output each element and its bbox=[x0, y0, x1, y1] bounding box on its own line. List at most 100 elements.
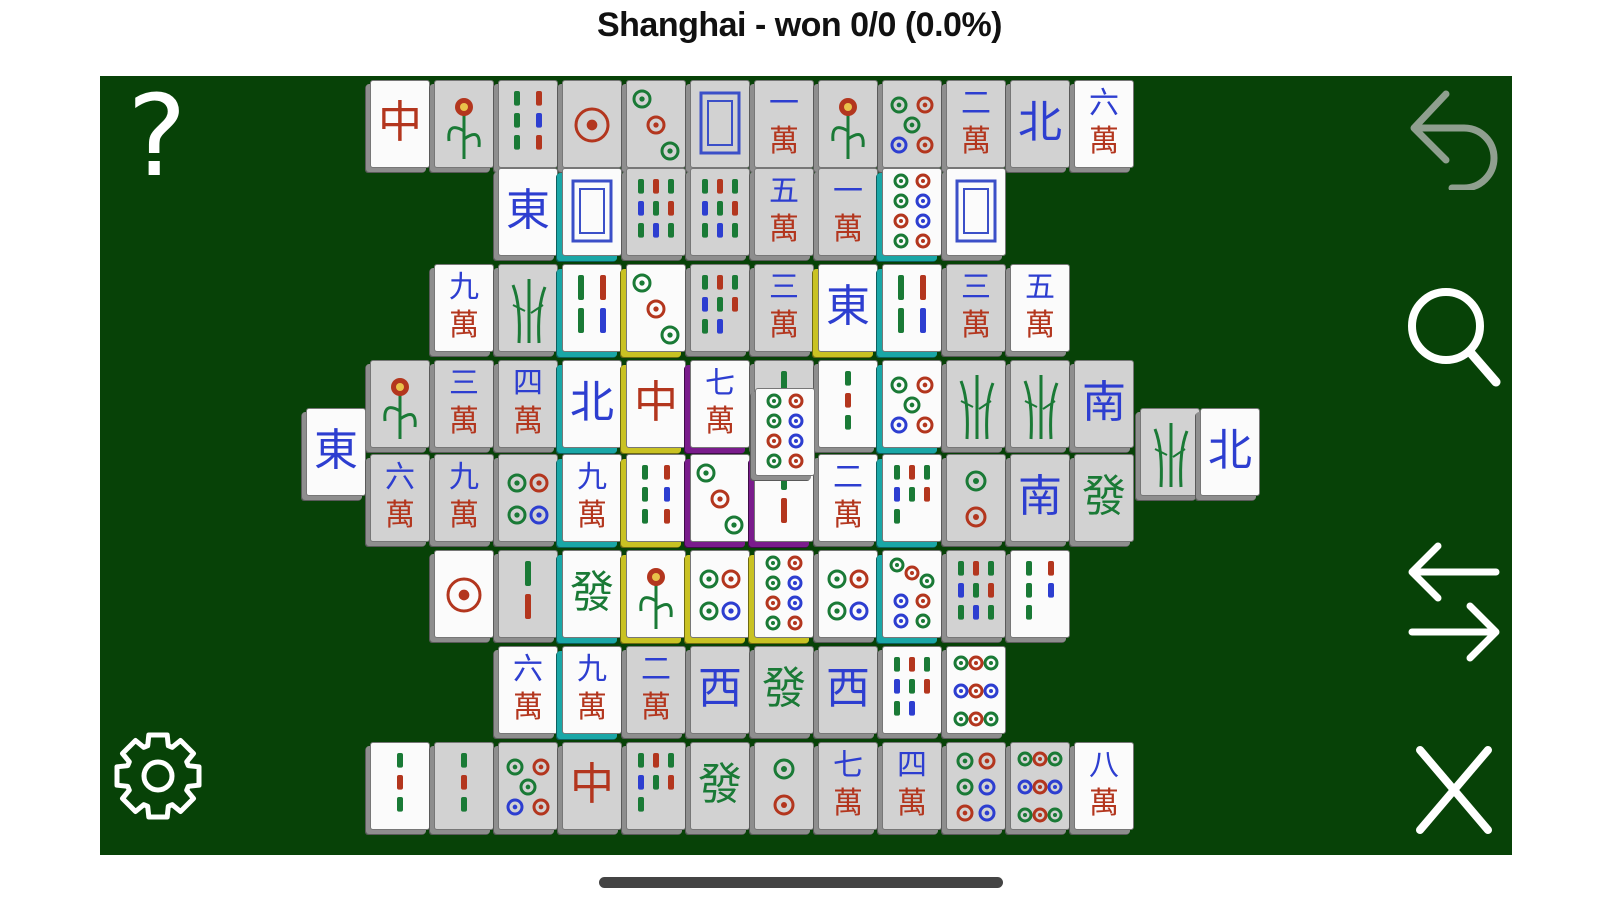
wind-N-tile[interactable]: 北 bbox=[1010, 80, 1070, 168]
bamboo-2-tile[interactable] bbox=[498, 550, 558, 638]
bamboo-4-tile[interactable] bbox=[562, 264, 622, 352]
plant-tile[interactable] bbox=[1140, 408, 1200, 496]
bamboo-6-tile[interactable] bbox=[498, 80, 558, 168]
plant-tile[interactable] bbox=[946, 360, 1006, 448]
character-3-tile[interactable]: 三萬 bbox=[754, 264, 814, 352]
shuffle-button[interactable] bbox=[1404, 540, 1504, 666]
plant-tile[interactable] bbox=[498, 264, 558, 352]
green-dragon-tile[interactable]: 發 bbox=[1074, 454, 1134, 542]
character-6-tile[interactable]: 六萬 bbox=[1074, 80, 1134, 168]
character-9-tile[interactable]: 九萬 bbox=[562, 454, 622, 542]
circle-3-tile[interactable] bbox=[626, 264, 686, 352]
bamboo-8-tile[interactable] bbox=[882, 646, 942, 734]
character-9-tile[interactable]: 九萬 bbox=[434, 454, 494, 542]
character-9-tile[interactable]: 九萬 bbox=[562, 646, 622, 734]
circle-8-tile[interactable] bbox=[755, 388, 815, 476]
undo-button[interactable] bbox=[1406, 86, 1502, 190]
flower-tile[interactable] bbox=[818, 80, 878, 168]
circle-3-tile[interactable] bbox=[626, 80, 686, 168]
character-6-tile[interactable]: 六萬 bbox=[370, 454, 430, 542]
character-2-tile[interactable]: 二萬 bbox=[946, 80, 1006, 168]
circle-7-tile[interactable] bbox=[882, 550, 942, 638]
circle-3-tile[interactable] bbox=[690, 454, 750, 542]
circle-4-tile[interactable] bbox=[690, 550, 750, 638]
bamboo-7-tile[interactable] bbox=[882, 454, 942, 542]
circle-5-tile[interactable] bbox=[882, 80, 942, 168]
bamboo-3-tile[interactable] bbox=[370, 742, 430, 830]
swap-arrows-icon bbox=[1408, 542, 1500, 662]
character-8-tile[interactable]: 八萬 bbox=[1074, 742, 1134, 830]
bamboo-6-tile[interactable] bbox=[626, 454, 686, 542]
green-dragon-tile[interactable]: 發 bbox=[562, 550, 622, 638]
bamboo-5-tile[interactable] bbox=[1010, 550, 1070, 638]
circle-2-tile[interactable] bbox=[946, 454, 1006, 542]
character-2-tile[interactable]: 二萬 bbox=[626, 646, 686, 734]
bamboo-9-tile[interactable] bbox=[626, 168, 686, 256]
flower-tile[interactable] bbox=[626, 550, 686, 638]
character-9-tile[interactable]: 九萬 bbox=[434, 264, 494, 352]
circle-6-tile[interactable] bbox=[946, 742, 1006, 830]
character-3-tile[interactable]: 三萬 bbox=[946, 264, 1006, 352]
character-2-tile[interactable]: 二萬 bbox=[818, 454, 878, 542]
wind-W-tile[interactable]: 西 bbox=[690, 646, 750, 734]
circle-4-tile[interactable] bbox=[818, 550, 878, 638]
flower-tile[interactable] bbox=[434, 80, 494, 168]
character-4-tile[interactable]: 四萬 bbox=[882, 742, 942, 830]
green-dragon-tile[interactable]: 發 bbox=[754, 646, 814, 734]
help-button[interactable]: ? bbox=[120, 81, 194, 196]
character-6-tile[interactable]: 六萬 bbox=[498, 646, 558, 734]
wind-W-tile[interactable]: 西 bbox=[818, 646, 878, 734]
magnifier-icon bbox=[1408, 288, 1501, 387]
hint-search-button[interactable] bbox=[1404, 282, 1504, 392]
white-dragon-tile[interactable] bbox=[562, 168, 622, 256]
wind-E-tile[interactable]: 東 bbox=[818, 264, 878, 352]
character-7-tile[interactable]: 七萬 bbox=[690, 360, 750, 448]
character-5-tile[interactable]: 五萬 bbox=[754, 168, 814, 256]
wind-N-tile[interactable]: 北 bbox=[562, 360, 622, 448]
home-indicator bbox=[599, 877, 1003, 888]
red-dragon-tile[interactable]: 中 bbox=[626, 360, 686, 448]
plant-tile[interactable] bbox=[1010, 360, 1070, 448]
close-button[interactable] bbox=[1412, 742, 1496, 838]
character-4-tile[interactable]: 四萬 bbox=[498, 360, 558, 448]
red-dragon-tile[interactable]: 中 bbox=[370, 80, 430, 168]
game-board: ? 中一萬二萬北六萬東五萬一萬九萬三萬東三萬五萬三萬四萬北中七萬南東北六萬九萬九… bbox=[100, 76, 1512, 855]
circle-2-tile[interactable] bbox=[754, 742, 814, 830]
red-dragon-tile[interactable]: 中 bbox=[562, 742, 622, 830]
circle-9-tile[interactable] bbox=[946, 646, 1006, 734]
settings-button[interactable] bbox=[106, 724, 210, 828]
wind-E-tile[interactable]: 東 bbox=[306, 408, 366, 496]
circle-5-tile[interactable] bbox=[498, 742, 558, 830]
circle-5-tile[interactable] bbox=[882, 360, 942, 448]
question-mark-icon: ? bbox=[127, 76, 187, 202]
window-title: Shanghai - won 0/0 (0.0%) bbox=[596, 6, 1003, 44]
bamboo-8-tile[interactable] bbox=[690, 264, 750, 352]
wind-S-tile[interactable]: 南 bbox=[1074, 360, 1134, 448]
close-x-icon bbox=[1416, 746, 1492, 834]
wind-E-tile[interactable]: 東 bbox=[498, 168, 558, 256]
wind-N-tile[interactable]: 北 bbox=[1200, 408, 1260, 496]
bamboo-3-tile[interactable] bbox=[434, 742, 494, 830]
wind-S-tile[interactable]: 南 bbox=[1010, 454, 1070, 542]
character-1-tile[interactable]: 一萬 bbox=[818, 168, 878, 256]
bamboo-9-tile[interactable] bbox=[946, 550, 1006, 638]
circle-9-tile[interactable] bbox=[1010, 742, 1070, 830]
bamboo-7-tile[interactable] bbox=[626, 742, 686, 830]
green-dragon-tile[interactable]: 發 bbox=[690, 742, 750, 830]
circle-4-tile[interactable] bbox=[498, 454, 558, 542]
gear-icon bbox=[114, 732, 202, 820]
bamboo-9-tile[interactable] bbox=[690, 168, 750, 256]
white-dragon-tile[interactable] bbox=[946, 168, 1006, 256]
bamboo-3-tile[interactable] bbox=[818, 360, 878, 448]
flower-tile[interactable] bbox=[370, 360, 430, 448]
character-5-tile[interactable]: 五萬 bbox=[1010, 264, 1070, 352]
white-dragon-tile[interactable] bbox=[690, 80, 750, 168]
circle-1-tile[interactable] bbox=[562, 80, 622, 168]
bamboo-4-tile[interactable] bbox=[882, 264, 942, 352]
circle-8-tile[interactable] bbox=[882, 168, 942, 256]
circle-8-tile[interactable] bbox=[754, 550, 814, 638]
character-3-tile[interactable]: 三萬 bbox=[434, 360, 494, 448]
character-1-tile[interactable]: 一萬 bbox=[754, 80, 814, 168]
circle-1-tile[interactable] bbox=[434, 550, 494, 638]
character-7-tile[interactable]: 七萬 bbox=[818, 742, 878, 830]
